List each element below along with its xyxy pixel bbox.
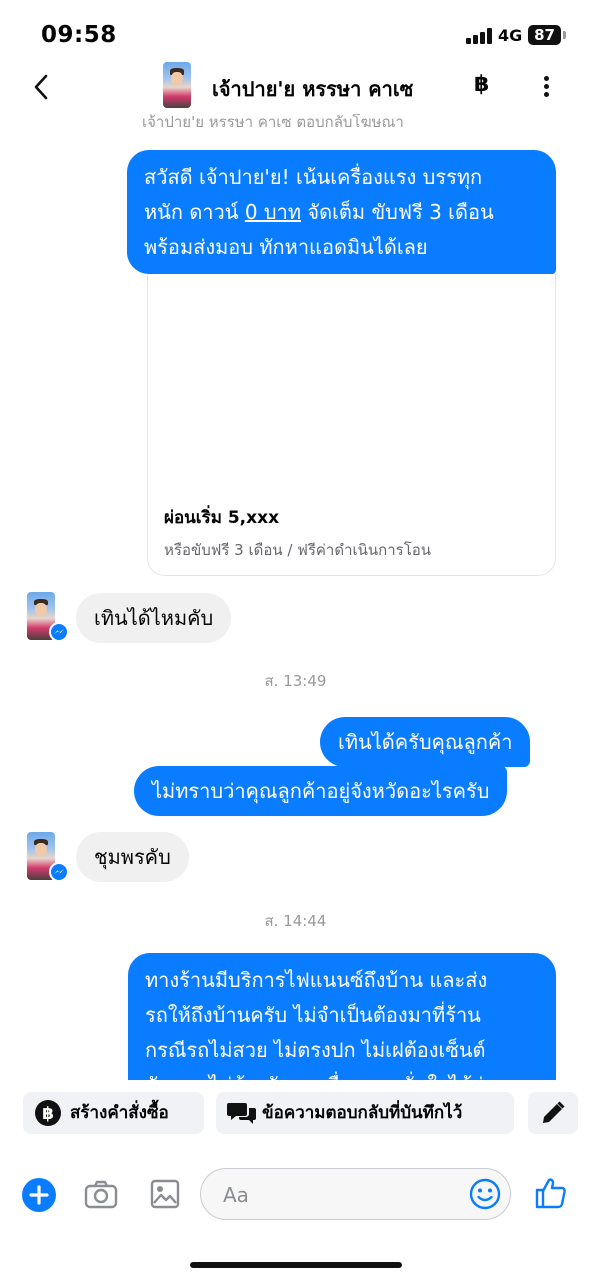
- ad-message-line1: สวัสดี เจ้าปาย'ย! เน้นเครื่องแรง บรรทุก: [144, 165, 483, 189]
- messenger-icon: [49, 622, 69, 642]
- status-bar: 09:58 4G 87: [0, 0, 591, 62]
- network-type: 4G: [498, 26, 523, 45]
- cellular-signal-icon: [466, 28, 492, 44]
- plus-icon[interactable]: [22, 1178, 56, 1212]
- ad-card-title: ผ่อนเริ่ม 5,xxx: [164, 508, 280, 528]
- outgoing-message[interactable]: เทินได้ครับคุณลูกค้า: [320, 717, 531, 767]
- thumbs-up-icon[interactable]: [534, 1176, 568, 1210]
- ad-card-subtitle: หรือขับฟรี 3 เดือน / ฟรีค่าดำเนินการโอน: [164, 541, 432, 559]
- conversation-header: เจ้าปาย'ย หรรษา คาเซ ฿: [0, 62, 591, 114]
- ad-card[interactable]: ผ่อนเริ่ม 5,xxx หรือขับฟรี 3 เดือน / ฟรี…: [147, 274, 556, 576]
- quick-actions-bar: ฿ สร้างคำสั่งซื้อ ข้อความตอบกลับที่บันทึ…: [0, 1080, 591, 1146]
- chat-bubbles-icon: [227, 1103, 256, 1124]
- outgoing-message-long[interactable]: ทางร้านมีบริการไฟแนนซ์ถึงบ้าน และส่ง รถใ…: [128, 953, 556, 1080]
- contact-name[interactable]: เจ้าปาย'ย หรรษา คาเซ: [212, 73, 413, 105]
- message-line: รถให้ถึงบ้านครับ ไม่จำเป็นต้องมาที่ร้าน: [145, 1003, 481, 1027]
- svg-text:฿: ฿: [42, 1104, 54, 1124]
- timestamp: ส. 13:49: [264, 672, 327, 690]
- create-order-label: สร้างคำสั่งซื้อ: [70, 1103, 169, 1123]
- status-time: 09:58: [41, 22, 117, 48]
- baht-circle-icon: ฿: [35, 1100, 61, 1126]
- saved-replies-label: ข้อความตอบกลับที่บันทึกไว้: [262, 1103, 463, 1123]
- camera-icon[interactable]: [84, 1179, 118, 1209]
- timestamp: ส. 14:44: [264, 912, 327, 930]
- ad-reply-note: เจ้าปาย'ย หรรษา คาเซ ตอบกลับโฆษณา: [142, 114, 404, 131]
- battery-icon: 87: [528, 25, 561, 45]
- ad-message-line3: พร้อมส่งมอบ ทักหาแอดมินได้เลย: [144, 235, 428, 259]
- home-indicator: [190, 1262, 402, 1268]
- create-order-button[interactable]: ฿ สร้างคำสั่งซื้อ: [23, 1092, 204, 1134]
- outgoing-message-ad[interactable]: สวัสดี เจ้าปาย'ย! เน้นเครื่องแรง บรรทุก …: [127, 150, 556, 274]
- message-line: ทางร้านมีบริการไฟแนนซ์ถึงบ้าน และส่ง: [145, 968, 488, 992]
- more-vertical-icon[interactable]: [544, 76, 550, 98]
- ad-message-line2: หนัก ดาวน์ 0 บาท จัดเต็ม ขับฟรี 3 เดือน: [144, 200, 494, 224]
- composer-bar: Aa: [0, 1146, 591, 1246]
- baht-icon[interactable]: ฿: [474, 72, 489, 97]
- saved-replies-button[interactable]: ข้อความตอบกลับที่บันทึกไว้: [216, 1092, 514, 1134]
- contact-avatar[interactable]: [163, 62, 191, 108]
- battery-tip: [563, 31, 566, 39]
- message-input-placeholder: Aa: [223, 1183, 249, 1207]
- message-input[interactable]: Aa: [200, 1168, 511, 1220]
- incoming-message[interactable]: ชุมพรคับ: [76, 832, 189, 882]
- emoji-icon[interactable]: [469, 1178, 501, 1210]
- back-chevron-icon[interactable]: [28, 72, 54, 102]
- message-thread[interactable]: เจ้าปาย'ย หรรษา คาเซ ตอบกลับโฆษณา สวัสดี…: [0, 114, 591, 1080]
- edit-pencil-button[interactable]: [528, 1092, 578, 1134]
- messenger-icon: [49, 862, 69, 882]
- zero-baht-link[interactable]: 0 บาท: [245, 200, 301, 224]
- outgoing-message[interactable]: ไม่ทราบว่าคุณลูกค้าอยู่จังหวัดอะไรครับ: [134, 766, 508, 816]
- pencil-icon: [543, 1101, 565, 1123]
- message-line: สัญญา ไม่ต้องรับรถ เพื่อความมั่นใจได้ว่า: [145, 1068, 556, 1080]
- sender-avatar[interactable]: [27, 832, 69, 882]
- image-icon[interactable]: [150, 1179, 180, 1209]
- incoming-message[interactable]: เทินได้ไหมคับ: [76, 593, 232, 643]
- message-line: กรณีรถไม่สวย ไม่ตรงปก ไม่เฝต้องเซ็นต์: [145, 1038, 486, 1062]
- sender-avatar[interactable]: [27, 592, 69, 642]
